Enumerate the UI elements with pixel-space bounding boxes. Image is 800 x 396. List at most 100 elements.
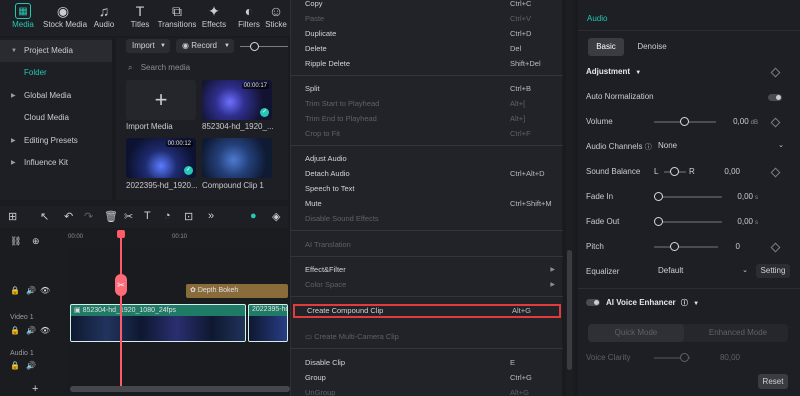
menu-item-ai-translation[interactable]: AI Translation [291,238,563,252]
quick-mode-button[interactable]: Quick Mode [588,324,684,342]
reset-button[interactable]: Reset [758,374,788,389]
menu-item-speech-to-text[interactable]: Speech to Text [291,182,563,196]
video-clip[interactable]: ▣ 852304-hd_1920_1080_24fps [70,304,246,342]
auto-normalization-toggle[interactable] [768,94,782,101]
menu-item-disable-clip[interactable]: Disable Clip E [291,356,563,370]
fade-out-value[interactable]: 0,00 s [718,217,758,226]
text-icon[interactable]: T [144,210,151,222]
sound-balance-knob[interactable] [670,167,679,176]
plus-icon[interactable]: + [32,383,38,395]
tab-denoise[interactable]: Denoise [630,38,674,56]
effect-clip[interactable]: ✿ Depth Bokeh [186,284,288,298]
voice-clarity-value[interactable]: 80,00 [708,353,740,362]
tab-stock-media[interactable]: ◉ Stock Media [43,3,87,29]
fade-in-knob[interactable] [654,192,663,201]
timeline-ruler[interactable]: 00:00 00:10 [68,230,288,248]
split-icon[interactable]: ✂ [124,210,133,223]
ai-voice-enhancer-toggle[interactable] [586,299,600,306]
select-tool-icon[interactable]: ↖ [40,210,49,223]
snap-icon[interactable]: ● [250,210,257,222]
menu-item-duplicate[interactable]: Duplicate Ctrl+D [291,27,563,41]
link-icon[interactable]: ⛓ [10,236,21,247]
playhead-handle[interactable] [117,230,125,238]
menu-item-color-space[interactable]: Color Space ▶ [291,278,563,292]
enhanced-mode-button[interactable]: Enhanced Mode [688,324,788,342]
tab-transitions[interactable]: ⧉ Transitions [157,3,197,29]
fade-out-slider[interactable] [658,221,722,223]
audio-channels-select[interactable]: None ⌄ [654,139,788,153]
menu-item-mute[interactable]: Mute Ctrl+Shift+M [291,197,563,211]
menu-item-detach-audio[interactable]: Detach Audio Ctrl+Alt+D [291,167,563,181]
tab-titles[interactable]: T Titles [120,3,160,29]
lock-icon[interactable]: 🔒 [10,326,20,335]
menu-item-paste[interactable]: Paste Ctrl+V [291,12,563,26]
menu-item-adjust-audio[interactable]: Adjust Audio [291,152,563,166]
crop-icon[interactable]: ⊡ [184,210,193,223]
video-clip[interactable]: 2022395-hd [248,304,288,342]
tab-media[interactable]: ▦ Media [3,3,43,29]
menu-item-copy[interactable]: Copy Ctrl+C [291,0,563,11]
menu-item-split[interactable]: Split Ctrl+B [291,82,563,96]
keyframe-icon[interactable] [770,242,781,253]
menu-item-crop-to-fit[interactable]: Crop to Fit Ctrl+F [291,127,563,141]
fade-in-slider[interactable] [658,196,722,198]
volume-value[interactable]: 0,00 dB [718,117,758,126]
pitch-slider[interactable] [654,246,718,248]
fade-in-value[interactable]: 0,00 s [718,192,758,201]
zoom-slider[interactable] [240,46,288,47]
undo-icon[interactable]: ↶ [64,210,73,223]
pitch-value[interactable]: 0 [718,242,740,251]
marker-icon[interactable]: ◈ [272,210,280,223]
lock-icon[interactable]: 🔒 [10,361,20,370]
import-button[interactable]: Import ▼ [126,39,170,53]
keyframe-icon[interactable] [770,117,781,128]
redo-icon[interactable]: ↷ [84,210,93,223]
tab-basic[interactable]: Basic [588,38,624,56]
menu-item-create-compound-clip[interactable]: Create Compound Clip Alt+G [293,304,561,318]
compound-clip-tile[interactable] [202,138,272,178]
volume-slider-knob[interactable] [680,117,689,126]
menu-item-ungroup[interactable]: UnGroup Alt+G [291,386,563,396]
speaker-icon[interactable]: 🔊 [26,326,36,335]
menu-item-delete[interactable]: Delete Del [291,42,563,56]
layout-icon[interactable]: ⊞ [8,210,17,223]
menu-item-trim-start[interactable]: Trim Start to Playhead Alt+[ [291,97,563,111]
timeline-scrollbar-thumb[interactable] [70,386,290,392]
panel-scrollbar-thumb[interactable] [567,250,572,370]
import-media-tile[interactable]: + [126,80,196,120]
sidebar-item-influence-kit[interactable]: ▶ Influence Kit [0,152,112,174]
delete-icon[interactable]: 🗑 [104,210,118,223]
sidebar-item-cloud-media[interactable]: Cloud Media [0,107,112,129]
playhead[interactable] [120,230,122,386]
menu-item-disable-sound-effects[interactable]: Disable Sound Effects [291,212,563,226]
zoom-slider-knob[interactable] [250,42,259,51]
media-tile[interactable]: 00:00:12 ✓ [126,138,196,178]
sidebar-item-project-media[interactable]: ▼ Project Media [0,40,112,62]
record-button[interactable]: ◉ Record ▼ [176,39,234,53]
speed-icon[interactable]: ◔ [164,210,171,222]
lock-icon[interactable]: 🔒 [10,286,20,295]
more-icon[interactable]: » [208,210,214,222]
equalizer-select[interactable]: Default ⌄ [654,264,752,278]
eye-icon[interactable]: 👁 [40,286,50,295]
tab-stickers[interactable]: ☺ Sticke [262,3,290,29]
menu-item-group[interactable]: Group Ctrl+G [291,371,563,385]
sidebar-item-editing-presets[interactable]: ▶ Editing Presets [0,130,112,152]
speaker-icon[interactable]: 🔊 [26,286,36,295]
search-input[interactable]: ⌕ Search media [128,61,288,75]
menu-item-ripple-delete[interactable]: Ripple Delete Shift+Del [291,57,563,71]
menu-item-effect-filter[interactable]: Effect&Filter ▶ [291,263,563,277]
equalizer-setting-button[interactable]: Setting [756,264,790,278]
menu-item-create-multi-camera-clip[interactable]: ▭ Create Multi-Camera Clip [291,330,563,344]
media-tile[interactable]: 00:00:17 ✓ [202,80,272,120]
tab-audio[interactable]: ♫ Audio [84,3,124,29]
fade-out-knob[interactable] [654,217,663,226]
menu-item-trim-end[interactable]: Trim End to Playhead Alt+] [291,112,563,126]
eye-icon[interactable]: 👁 [40,326,50,335]
sidebar-item-global-media[interactable]: ▶ Global Media [0,85,112,107]
split-marker[interactable]: ✂ [115,274,127,296]
timeline-scrollbar[interactable] [70,386,290,392]
sound-balance-value[interactable]: 0,00 [708,167,740,176]
speaker-icon[interactable]: 🔊 [26,361,36,370]
keyframe-icon[interactable] [770,67,781,78]
